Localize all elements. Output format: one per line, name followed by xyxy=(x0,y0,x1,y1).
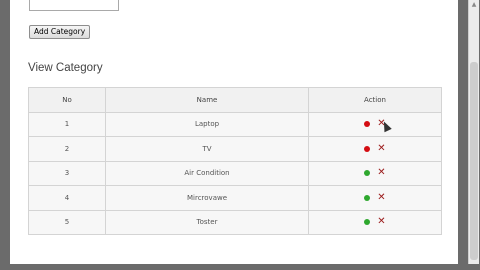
scrollbar-thumb[interactable] xyxy=(470,62,478,260)
cell-no: 5 xyxy=(28,209,106,235)
delete-x-icon[interactable]: ✕ xyxy=(377,168,385,178)
scroll-up-icon[interactable]: ▲ xyxy=(469,0,479,10)
cell-no: 4 xyxy=(28,185,106,211)
status-dot-icon[interactable] xyxy=(364,219,371,226)
cell-action: ✕ xyxy=(308,136,442,162)
status-dot-icon[interactable] xyxy=(364,170,371,177)
cell-action: ✕ xyxy=(308,185,442,211)
cell-name: TV xyxy=(105,136,309,162)
cell-no: 3 xyxy=(28,160,106,186)
column-header-action: Action xyxy=(308,87,442,113)
delete-x-icon[interactable]: ✕ xyxy=(377,192,385,203)
cell-action: ✕ xyxy=(308,111,442,137)
cell-name: Mircrovawe xyxy=(105,185,309,211)
cell-no: 2 xyxy=(28,136,106,162)
column-header-no: No xyxy=(28,87,106,113)
category-table: No Name Action 1 Laptop ✕ 2 TV ✕ 3 Air Conditio… xyxy=(28,87,442,235)
table-row: 3 Air Condition ✕ xyxy=(28,160,442,186)
column-header-name: Name xyxy=(105,87,309,113)
table-row: 5 Toster ✕ xyxy=(28,209,442,235)
category-name-input[interactable] xyxy=(29,0,119,11)
vertical-scrollbar[interactable]: ▲ xyxy=(468,0,479,264)
status-dot-icon[interactable] xyxy=(364,145,371,152)
cell-name: Air Condition xyxy=(105,160,309,186)
cell-action: ✕ xyxy=(308,209,442,235)
delete-x-icon[interactable]: ✕ xyxy=(377,217,385,227)
page-content: Add Category View Category No Name Actio… xyxy=(10,0,458,264)
table-row: 1 Laptop ✕ xyxy=(28,111,442,137)
section-title: View Category xyxy=(28,62,103,74)
table-header-row: No Name Action xyxy=(28,87,442,113)
table-row: 2 TV ✕ xyxy=(28,136,442,162)
cell-no: 1 xyxy=(28,111,106,137)
status-dot-icon[interactable] xyxy=(364,121,371,128)
cell-name: Toster xyxy=(105,209,309,235)
delete-x-icon[interactable]: ✕ xyxy=(377,143,385,154)
add-category-button[interactable]: Add Category xyxy=(29,25,91,39)
cell-action: ✕ xyxy=(308,160,442,186)
status-dot-icon[interactable] xyxy=(364,194,371,201)
table-row: 4 Mircrovawe ✕ xyxy=(28,185,442,211)
cell-name: Laptop xyxy=(105,111,309,137)
